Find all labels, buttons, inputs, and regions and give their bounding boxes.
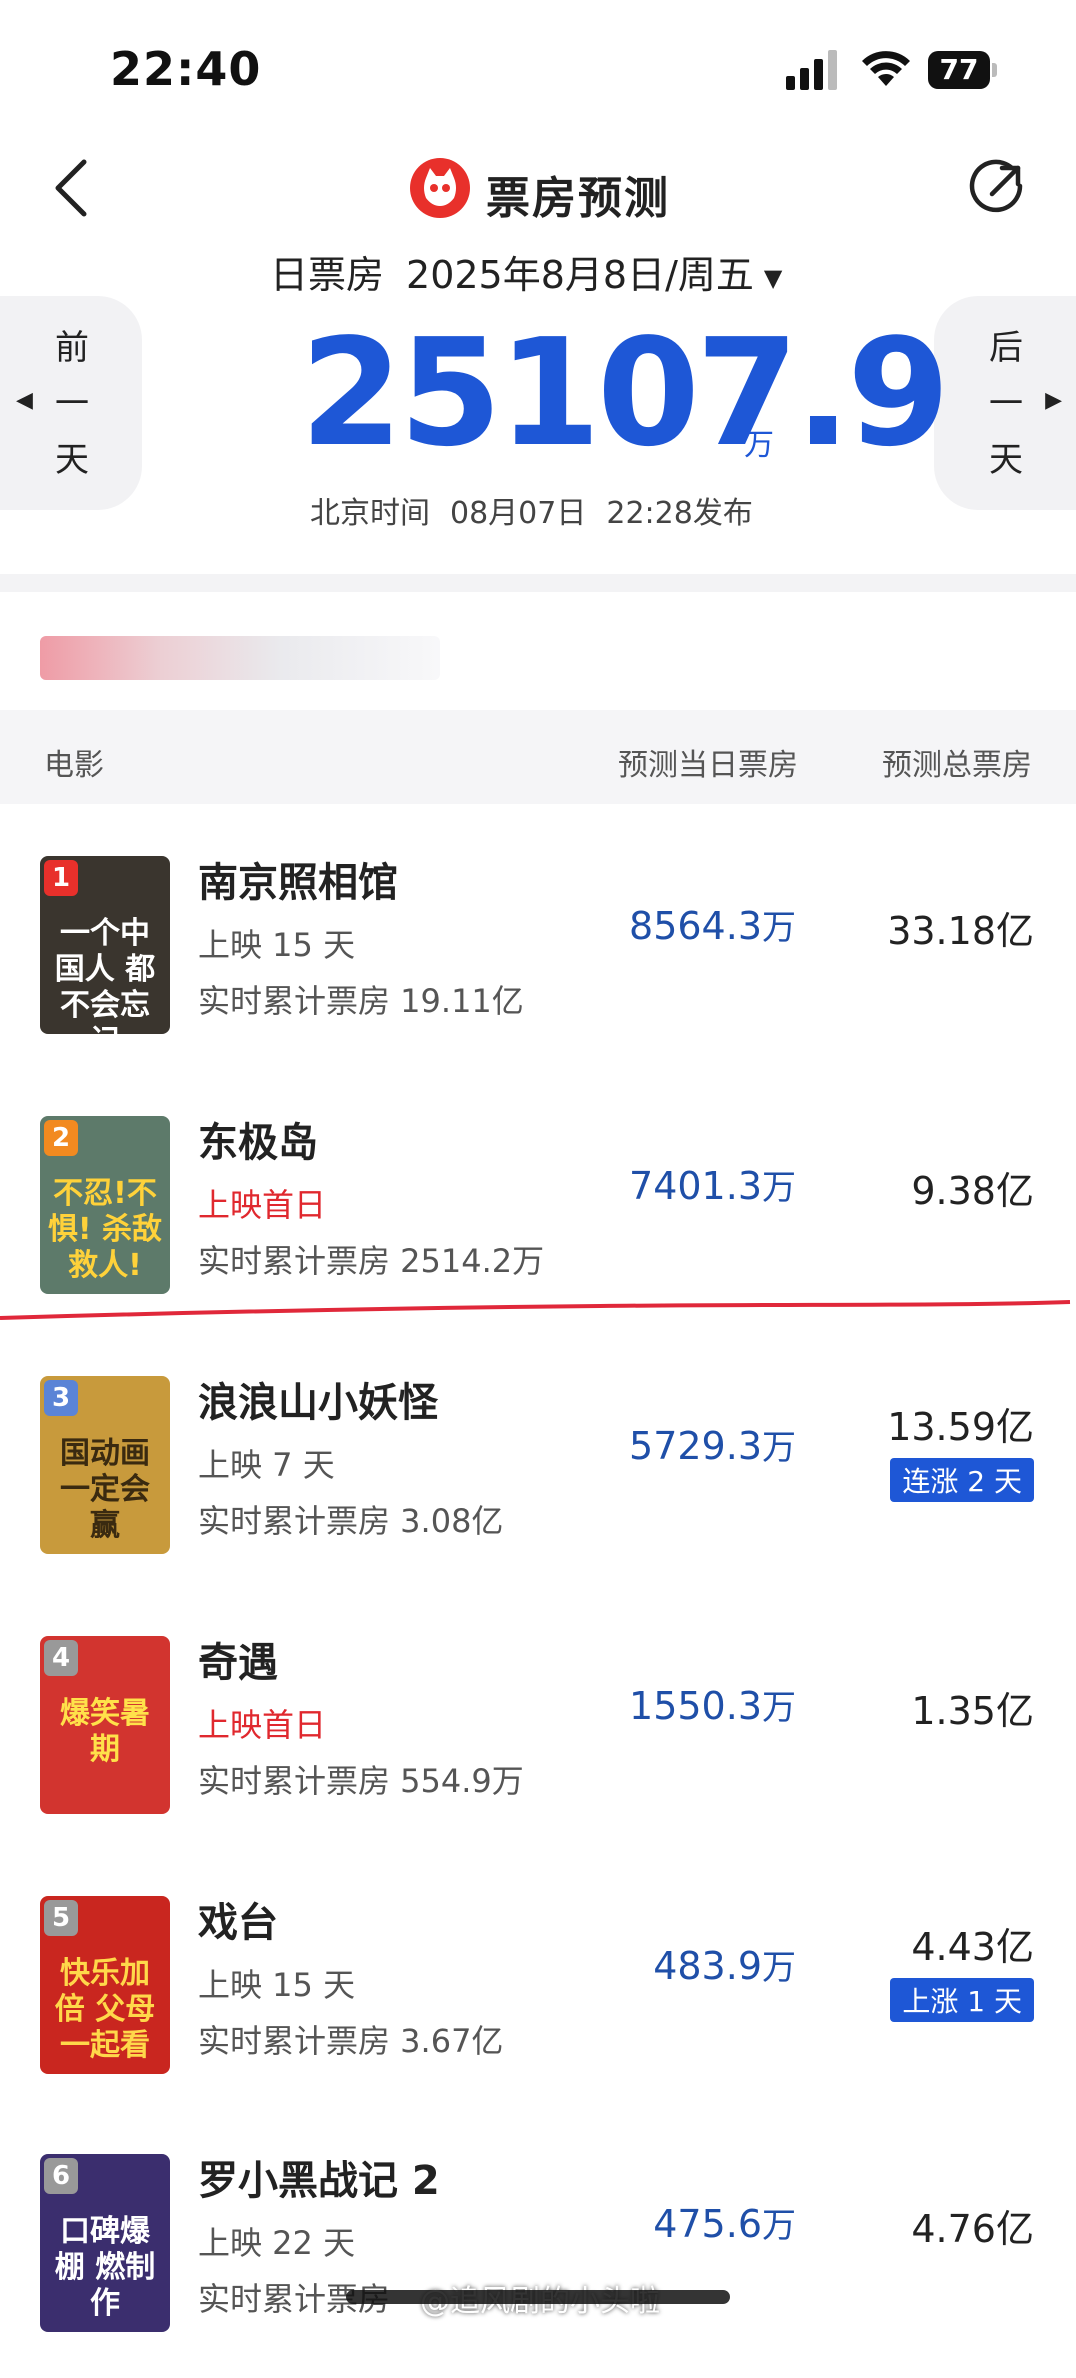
predicted-total: 13.59亿 [887,1405,1034,1449]
right-arrow-icon: ▶ [1045,388,1062,413]
left-arrow-icon: ◀ [16,388,33,413]
home-indicator[interactable] [346,2290,730,2304]
publish-info: 北京时间 08月07日 22:28发布 [310,488,773,532]
daily-value: 483.9 [653,1944,762,1988]
table-row[interactable]: 国动画 一定会赢 3 浪浪山小妖怪上映 7 天实时累计票房 3.08亿 5729.3万… [0,1340,1076,1600]
total-box-office: 25107.9 [300,307,950,479]
movie-title: 戏台 [198,1900,278,1946]
poster-text: 口碑爆棚 燃制作 [54,2214,156,2321]
next-day-char: 天 [989,440,1023,480]
predicted-daily: 8564.3万 [629,900,796,949]
daily-value: 7401.3 [629,1164,762,1208]
poster-text: 一个中国人 都不会忘记 [54,916,156,1034]
next-day-char: 后 [989,328,1023,368]
rank-badge: 5 [44,1900,78,1936]
publish-date: 08月07日 [450,496,587,531]
date-type-label: 日票房 [270,253,385,297]
daily-unit: 万 [762,1948,796,1988]
release-days: 上映 15 天 [198,1966,356,2004]
cumulative-box-office: 实时累计票房 554.9万 [198,1762,524,1800]
release-days: 上映首日 [198,1706,327,1744]
predicted-total: 4.43亿 [911,1925,1034,1969]
daily-unit: 万 [762,1168,796,1208]
movie-title: 浪浪山小妖怪 [198,1380,438,1426]
col-total: 预测总票房 [882,748,1032,783]
cumulative-box-office: 实时累计票房 19.11亿 [198,982,524,1020]
cellular-signal-icon [786,50,837,90]
poster-text: 爆笑暑期 [60,1696,150,1767]
date-value: 2025年8月8日/周五 [406,253,754,297]
status-time: 22:40 [110,42,262,96]
predicted-total: 1.35亿 [911,1689,1034,1733]
dropdown-caret-icon: ▼ [763,263,783,292]
release-days: 上映 22 天 [198,2224,356,2262]
movie-title: 罗小黑战记 2 [198,2158,440,2204]
movie-title: 东极岛 [198,1120,318,1166]
publish-timezone: 北京时间 [310,496,430,531]
predicted-daily: 5729.3万 [629,1420,796,1469]
predicted-daily: 7401.3万 [629,1160,796,1209]
prev-day-char: 前 [55,328,89,368]
rank-badge: 1 [44,860,78,896]
table-row[interactable]: 一个中国人 都不会忘记 1 南京照相馆上映 15 天实时累计票房 19.11亿 856… [0,820,1076,1080]
date-selector[interactable]: 日票房 2025年8月8日/周五 ▼ [270,244,830,299]
release-days: 上映 15 天 [198,926,356,964]
movie-title: 奇遇 [198,1640,278,1686]
daily-value: 475.6 [653,2202,762,2246]
predicted-total: 4.76亿 [911,2207,1034,2251]
prev-day-char: 一 [55,384,89,424]
battery-level: 77 [928,51,990,89]
daily-value: 8564.3 [629,904,762,948]
predicted-total: 33.18亿 [887,909,1034,953]
share-icon[interactable] [968,158,1028,218]
prev-day-button[interactable]: ◀ 前 一 天 [0,296,142,510]
cumulative-box-office: 实时累计票房 3.08亿 [198,1502,504,1540]
daily-value: 5729.3 [629,1424,762,1468]
predicted-daily: 475.6万 [653,2198,796,2247]
section-divider [0,574,1076,592]
prev-day-char: 天 [55,440,89,480]
rank-badge: 4 [44,1640,78,1676]
cumulative-box-office: 实时累计票房 2514.2万 [198,1242,545,1280]
predicted-total: 9.38亿 [911,1169,1034,1213]
release-days: 上映首日 [198,1186,327,1224]
rank-badge: 6 [44,2158,78,2194]
daily-unit: 万 [762,1428,796,1468]
poster-text: 不忍!不惧! 杀敌救人! [47,1176,163,1283]
next-day-char: 一 [989,384,1023,424]
back-icon[interactable] [52,158,92,218]
daily-unit: 万 [762,2206,796,2246]
daily-value: 1550.3 [629,1684,762,1728]
red-annotation-line [0,1300,1071,1320]
daily-unit: 万 [762,1688,796,1728]
maoyan-logo [410,158,470,218]
poster-text: 国动画 一定会赢 [60,1436,150,1543]
release-days: 上映 7 天 [198,1446,335,1484]
movie-title: 南京照相馆 [198,860,398,906]
rank-badge: 2 [44,1120,78,1156]
daily-unit: 万 [762,908,796,948]
next-day-button[interactable]: 后 一 天 ▶ [934,296,1076,510]
col-movie: 电影 [44,748,104,783]
publish-time: 22:28发布 [606,496,753,531]
rank-badge: 3 [44,1380,78,1416]
predicted-daily: 1550.3万 [629,1680,796,1729]
table-row[interactable]: 快乐加倍 父母一起看 5 戏台上映 15 天实时累计票房 3.67亿 483.9万 4.… [0,1860,1076,2120]
table-header: 电影 预测当日票房 预测总票房 [0,710,1076,804]
battery-icon: 77 [928,51,998,89]
wifi-icon [862,51,910,86]
total-unit: 万 [744,428,774,463]
blurred-banner [40,636,440,680]
predicted-daily: 483.9万 [653,1940,796,1989]
trend-badge: 上涨 1 天 [890,1978,1034,2022]
page-title: 票房预测 [486,173,670,224]
col-daily: 预测当日票房 [618,748,798,783]
poster-text: 快乐加倍 父母一起看 [54,1956,156,2063]
cumulative-box-office: 实时累计票房 3.67亿 [198,2022,504,2060]
table-row[interactable]: 爆笑暑期 4 奇遇上映首日实时累计票房 554.9万 1550.3万 1.35亿 [0,1600,1076,1860]
trend-badge: 连涨 2 天 [890,1458,1034,1502]
table-row[interactable]: 口碑爆棚 燃制作 6 罗小黑战记 2 上映 22 天实时累计票房 475.6万 4.76亿 [0,2118,1076,2378]
